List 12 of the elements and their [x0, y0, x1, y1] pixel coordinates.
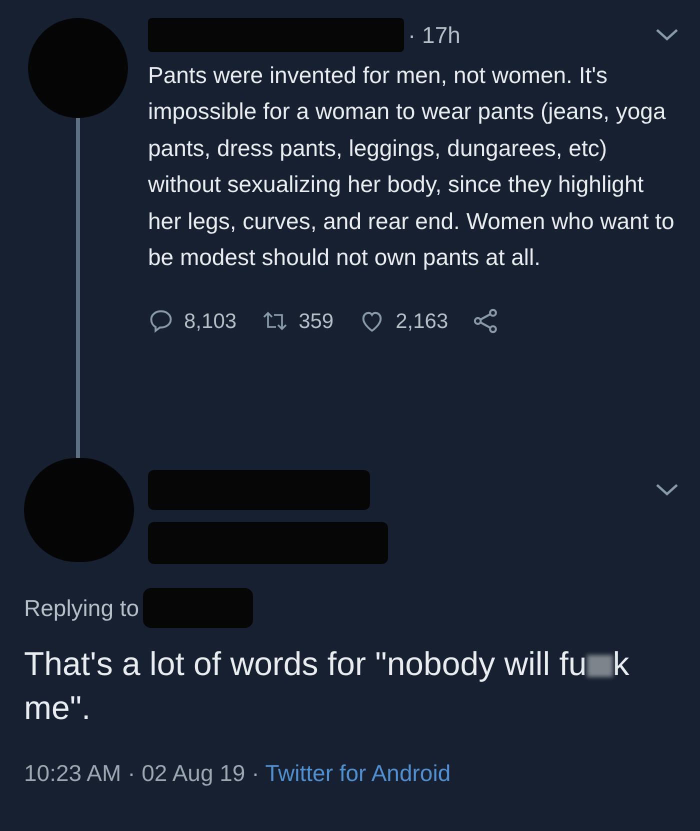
replying-to-label: Replying to [24, 594, 140, 623]
source-link[interactable]: Twitter for Android [265, 760, 451, 786]
action-count: 359 [298, 308, 334, 334]
reply-text: That's a lot of words for "nobody will fu k me". [24, 644, 630, 728]
tweet-time: · 17h [408, 21, 460, 50]
chevron-down-icon[interactable] [654, 27, 680, 44]
action-count: 8,103 [184, 308, 237, 334]
tweet-text: Pants were invented for men, not women. It's impossible for a woman to wear pants (jeans, yoga pants, dress pants, leggings, dungarees, etc) without sexualizing her body, since they highlight her legs, curves, and rear end. Women who want to be modest should not own pants at all. [148, 60, 676, 272]
speech-bubble-icon[interactable] [148, 308, 174, 334]
timestamp: 10:23 AM · 02 Aug 19 · [24, 760, 260, 786]
action-count: 2,163 [396, 308, 448, 334]
chevron-down-icon[interactable] [654, 482, 680, 498]
